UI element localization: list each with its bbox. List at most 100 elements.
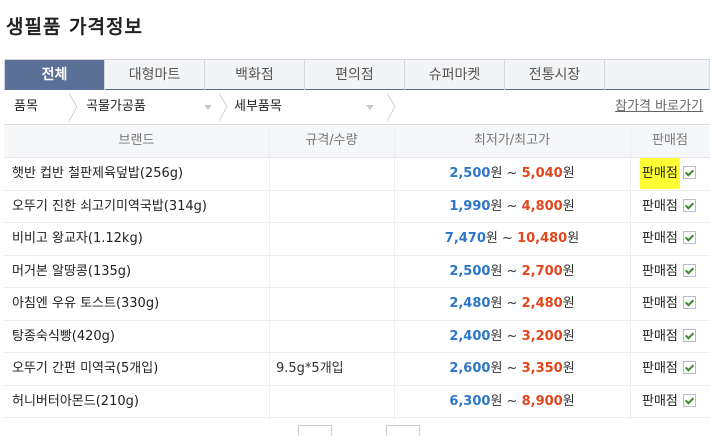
min-price: 2,480 — [449, 296, 491, 311]
store-button[interactable]: 판매점 — [640, 321, 680, 352]
spec-cell: 9.5g*5개입 — [276, 361, 344, 376]
currency-unit: 원 — [567, 231, 580, 246]
currency-unit: 원 — [490, 393, 503, 409]
store-button[interactable]: 판매점 — [640, 191, 680, 222]
min-price: 2,600 — [449, 361, 491, 376]
store-button[interactable]: 판매점 — [640, 386, 680, 417]
brand-cell: 오뚜기 진한 쇠고기미역국밥(314g) — [12, 198, 207, 214]
min-price: 2,500 — [449, 263, 491, 279]
tab-convenience-store[interactable]: 편의점 — [305, 60, 405, 90]
currency-unit: 원 — [490, 296, 503, 311]
currency-unit: 원 — [490, 166, 503, 181]
price-cell: 2,500원 ~ 5,040원 — [394, 158, 630, 189]
store-cell: 판매점 — [640, 191, 696, 222]
currency-unit: 원 — [490, 263, 503, 279]
table-header: 브랜드 규격/수량 최저가/최고가 판매점 — [4, 126, 710, 158]
price-cell: 1,990원 ~ 4,800원 — [394, 191, 630, 222]
header-store: 판매점 — [652, 133, 688, 148]
max-price: 10,480 — [517, 231, 568, 246]
currency-unit: 원 — [562, 198, 575, 214]
checkbox-icon[interactable] — [682, 263, 696, 277]
store-cell: 판매점 — [640, 386, 696, 417]
tab-all[interactable]: 전체 — [5, 60, 105, 90]
currency-unit: 원 — [562, 166, 575, 181]
min-price: 2,400 — [449, 328, 491, 344]
min-price: 7,470 — [444, 231, 486, 246]
store-type-tabs: 전체 대형마트 백화점 편의점 슈퍼마켓 전통시장 — [4, 59, 710, 90]
table-row: 머거본 알땅콩(135g) 2,500원 ~ 2,700원 판매점 — [4, 256, 710, 288]
store-cell: 판매점 — [640, 321, 696, 352]
chevron-down-icon — [204, 105, 212, 110]
price-cell: 2,600원 ~ 3,350원 — [394, 353, 630, 384]
brand-cell: 아침엔 우유 토스트(330g) — [12, 296, 160, 311]
max-price: 2,700 — [521, 263, 563, 279]
store-cell: 판매점 — [640, 223, 696, 254]
min-price: 2,500 — [449, 166, 491, 181]
currency-unit: 원 — [485, 231, 498, 246]
currency-unit: 원 — [562, 263, 575, 279]
checkbox-icon[interactable] — [682, 296, 696, 309]
category-select[interactable]: 곡물가공품 — [86, 91, 216, 124]
price-separator: ~ — [506, 393, 518, 409]
store-button[interactable]: 판매점 — [640, 256, 680, 287]
checkbox-icon[interactable] — [682, 231, 696, 244]
tab-supermarket[interactable]: 슈퍼마켓 — [405, 60, 505, 90]
checkbox-icon[interactable] — [682, 198, 696, 212]
breadcrumb-separator-icon — [68, 93, 78, 121]
max-price: 3,200 — [521, 328, 563, 344]
store-button[interactable]: 판매점 — [640, 158, 680, 189]
max-price: 4,800 — [521, 198, 563, 214]
category-label: 품목 — [14, 99, 38, 114]
currency-unit: 원 — [490, 328, 503, 344]
currency-unit: 원 — [562, 361, 575, 376]
checkbox-icon[interactable] — [682, 166, 696, 179]
breadcrumb-separator-icon — [218, 93, 228, 121]
store-button[interactable]: 판매점 — [640, 353, 680, 384]
breadcrumb-separator-icon — [386, 93, 396, 121]
store-button[interactable]: 판매점 — [640, 288, 680, 319]
table-row: 오뚜기 진한 쇠고기미역국밥(314g) 1,990원 ~ 4,800원 판매점 — [4, 191, 710, 223]
brand-cell: 오뚜기 간편 미역국(5개입) — [12, 361, 159, 376]
checkbox-icon[interactable] — [682, 393, 696, 407]
chevron-down-icon — [366, 105, 374, 110]
checkbox-icon[interactable] — [682, 361, 696, 374]
table-row: 비비고 왕교자(1.12kg) 7,470원 ~ 10,480원 판매점 — [4, 223, 710, 256]
header-price: 최저가/최고가 — [473, 133, 551, 148]
currency-unit: 원 — [490, 198, 503, 214]
page-title: 생필품 가격정보 — [6, 16, 143, 38]
brand-cell: 비비고 왕교자(1.12kg) — [12, 231, 143, 246]
tab-department-store[interactable]: 백화점 — [205, 60, 305, 90]
max-price: 2,480 — [521, 296, 563, 311]
store-button[interactable]: 판매점 — [640, 223, 680, 254]
table-row: 오뚜기 간편 미역국(5개입) 9.5g*5개입 2,600원 ~ 3,350원… — [4, 353, 710, 386]
category-select-value: 곡물가공품 — [86, 99, 146, 114]
brand-cell: 허니버터아몬드(210g) — [12, 393, 139, 409]
max-price: 8,900 — [521, 393, 563, 409]
tab-hypermarket[interactable]: 대형마트 — [105, 60, 205, 90]
header-spec: 규격/수량 — [305, 133, 358, 148]
min-price: 6,300 — [449, 393, 491, 409]
price-separator: ~ — [506, 328, 518, 344]
currency-unit: 원 — [562, 296, 575, 311]
filter-breadcrumb: 품목 곡물가공품 세부품목 참가격 바로가기 — [4, 91, 710, 125]
subcategory-select[interactable]: 세부품목 — [234, 91, 384, 124]
reference-price-link[interactable]: 참가격 바로가기 — [615, 91, 703, 123]
checkbox-icon[interactable] — [682, 328, 696, 342]
currency-unit: 원 — [562, 328, 575, 344]
subcategory-select-value: 세부품목 — [234, 99, 282, 114]
price-cell: 2,500원 ~ 2,700원 — [394, 256, 630, 287]
table-row: 허니버터아몬드(210g) 6,300원 ~ 8,900원 판매점 — [4, 386, 710, 418]
price-separator: ~ — [502, 231, 513, 246]
price-cell: 2,480원 ~ 2,480원 — [394, 288, 630, 319]
brand-cell: 탕종숙식빵(420g) — [12, 328, 116, 344]
currency-unit: 원 — [490, 361, 503, 376]
price-cell: 6,300원 ~ 8,900원 — [394, 386, 630, 417]
price-separator: ~ — [506, 198, 518, 214]
store-cell: 판매점 — [640, 353, 696, 384]
price-separator: ~ — [506, 361, 518, 376]
table-row: 탕종숙식빵(420g) 2,400원 ~ 3,200원 판매점 — [4, 321, 710, 353]
tab-traditional-market[interactable]: 전통시장 — [505, 60, 605, 90]
store-cell: 판매점 — [640, 158, 696, 189]
table-row: 햇반 컵반 철판제육덮밥(256g) 2,500원 ~ 5,040원 판매점 — [4, 158, 710, 191]
price-separator: ~ — [506, 263, 518, 279]
